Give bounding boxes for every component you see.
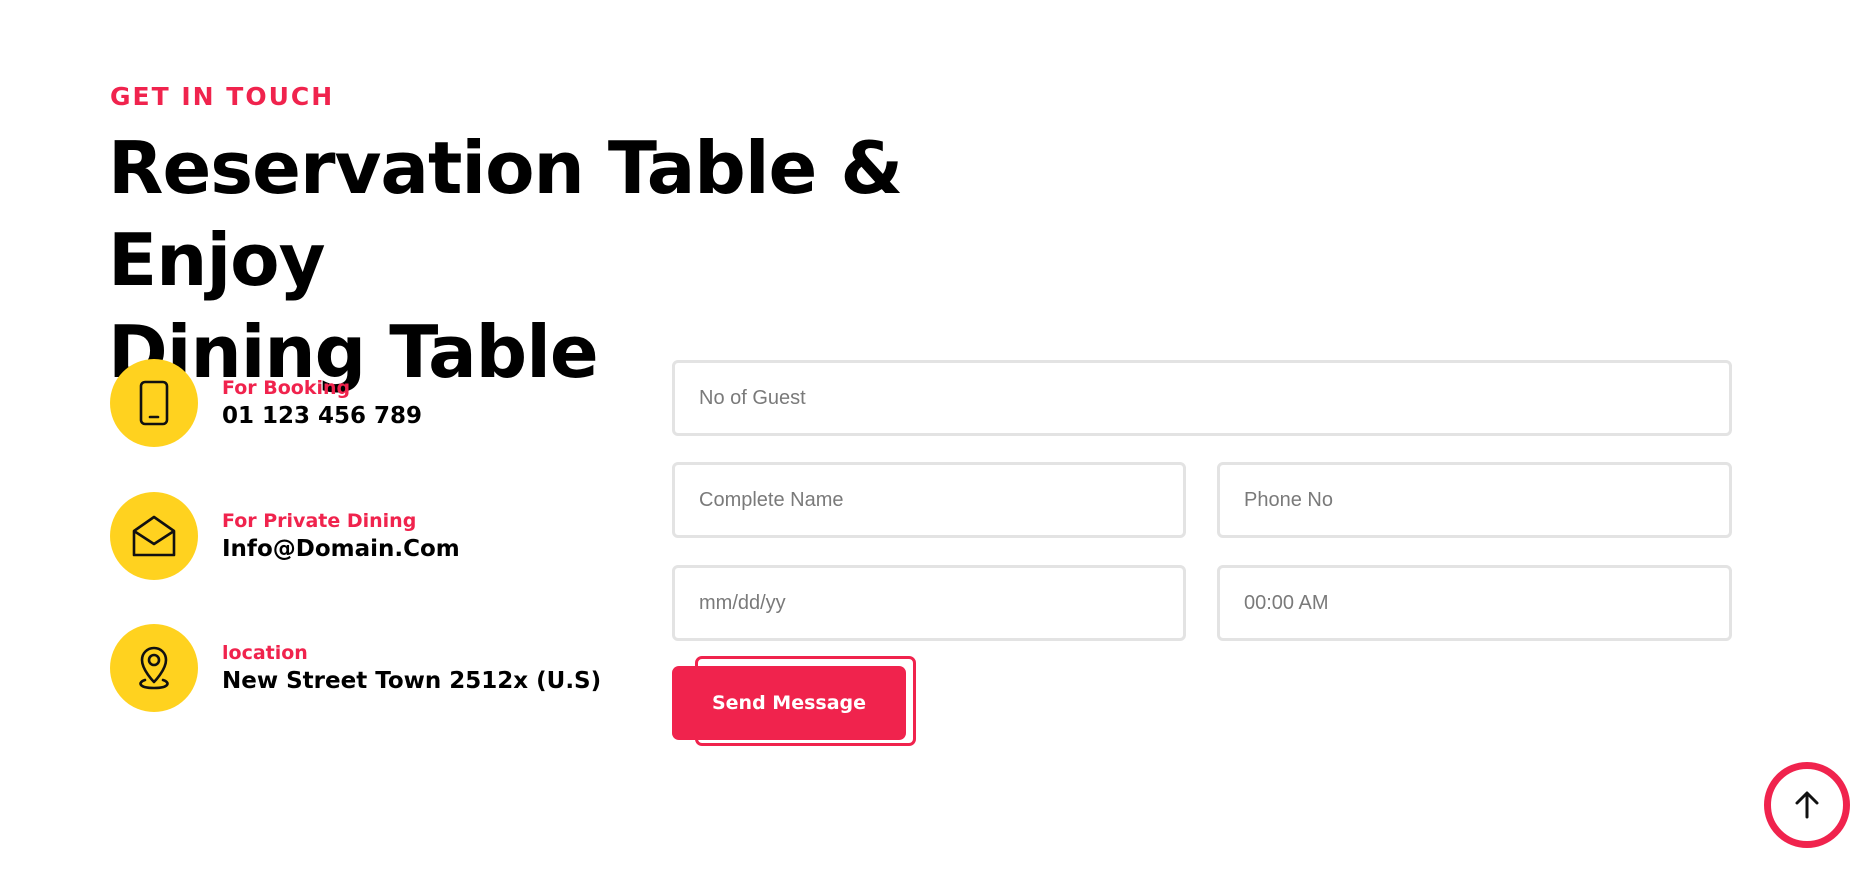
section-eyebrow: GET IN TOUCH (110, 82, 335, 111)
phone-icon (139, 380, 169, 426)
contact-private-dining-text: For Private Dining Info@Domain.Com (222, 510, 460, 562)
contact-private-dining: For Private Dining Info@Domain.Com (110, 492, 460, 580)
phone-icon-circle (110, 359, 198, 447)
contact-location: location New Street Town 2512x (U.S) (110, 624, 601, 712)
section-title: Reservation Table & Enjoy Dining Table (108, 122, 1108, 398)
contact-location-text: location New Street Town 2512x (U.S) (222, 642, 601, 694)
guests-input[interactable] (672, 360, 1732, 436)
date-input[interactable] (672, 565, 1186, 641)
contact-value: New Street Town 2512x (U.S) (222, 668, 602, 694)
reservation-section: GET IN TOUCH Reservation Table & Enjoy D… (0, 0, 1860, 871)
arrow-up-icon (1795, 791, 1819, 819)
contact-label: location (222, 642, 308, 664)
contact-value: Info@Domain.Com (222, 536, 460, 562)
location-pin-icon (139, 646, 169, 690)
envelope-icon-circle (110, 492, 198, 580)
location-pin-icon-circle (110, 624, 198, 712)
send-message-button[interactable]: Send Message (672, 666, 906, 740)
contact-label: For Booking (222, 377, 351, 399)
contact-value: 01 123 456 789 (222, 403, 423, 429)
contact-label: For Private Dining (222, 510, 417, 532)
scroll-to-top-button[interactable] (1764, 762, 1850, 848)
name-input[interactable] (672, 462, 1186, 538)
section-title-line1: Reservation Table & Enjoy (108, 126, 903, 302)
contact-booking: For Booking 01 123 456 789 (110, 359, 422, 447)
envelope-icon (132, 515, 176, 557)
phone-input[interactable] (1217, 462, 1732, 538)
time-input[interactable] (1217, 565, 1732, 641)
contact-booking-text: For Booking 01 123 456 789 (222, 377, 422, 429)
